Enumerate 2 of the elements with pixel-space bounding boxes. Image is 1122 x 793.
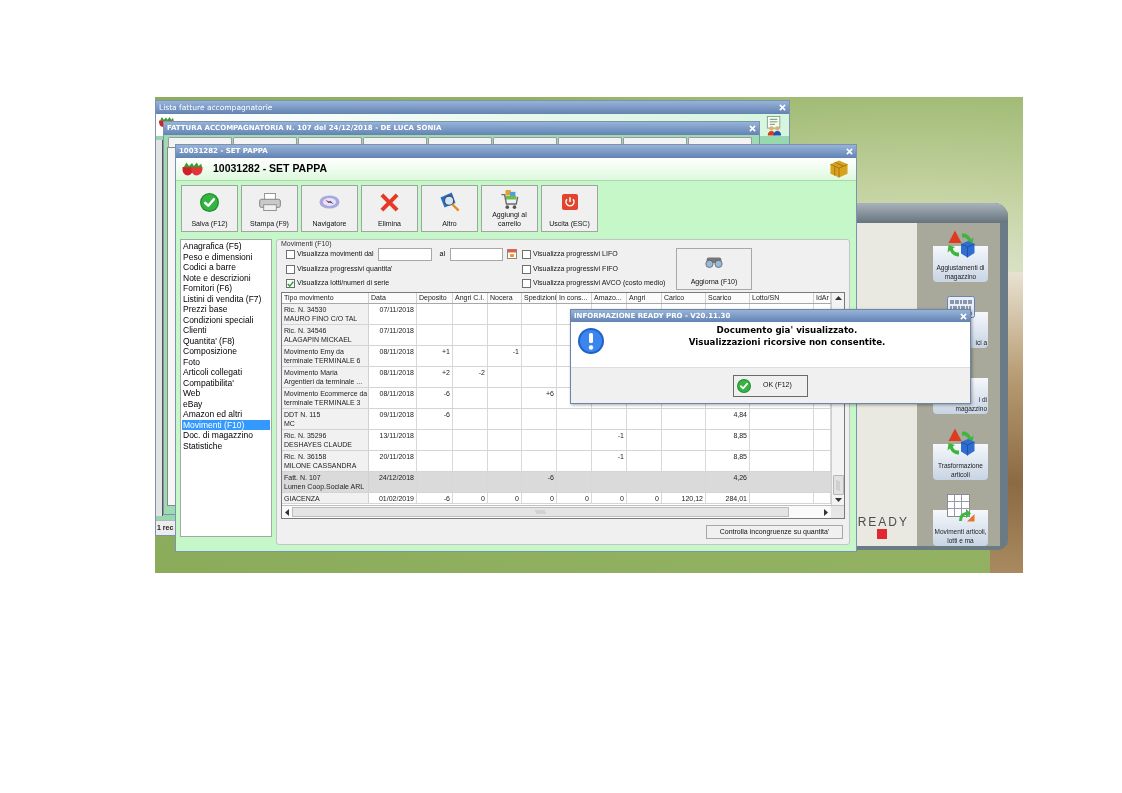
logo-text: READY	[857, 516, 909, 528]
window-heading: 10031282 - SET PAPPA	[213, 161, 328, 177]
